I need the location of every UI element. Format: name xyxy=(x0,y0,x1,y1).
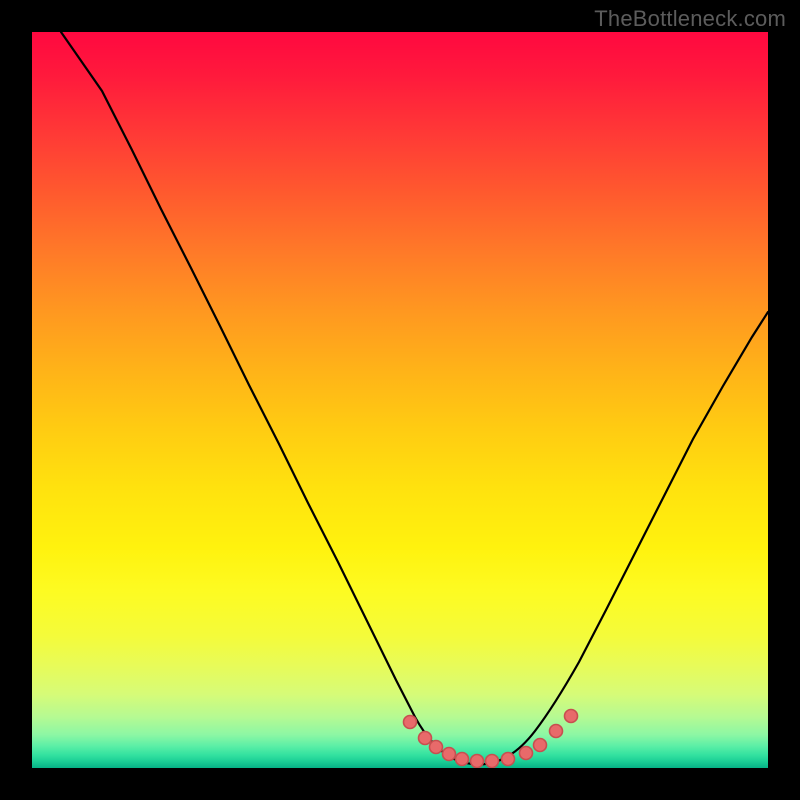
watermark-text: TheBottleneck.com xyxy=(594,6,786,32)
marker-dot xyxy=(520,747,533,760)
plot-area xyxy=(32,32,768,768)
curve-layer xyxy=(32,32,768,768)
marker-dot xyxy=(534,739,547,752)
chart-stage: TheBottleneck.com xyxy=(0,0,800,800)
marker-dot xyxy=(486,755,499,768)
marker-dot xyxy=(456,753,469,766)
marker-dot xyxy=(443,748,456,761)
marker-dot xyxy=(550,725,563,738)
marker-dot xyxy=(502,753,515,766)
curve-markers xyxy=(404,710,578,768)
marker-dot xyxy=(430,741,443,754)
marker-dot xyxy=(565,710,578,723)
bottleneck-curve xyxy=(61,32,768,764)
marker-dot xyxy=(404,716,417,729)
marker-dot xyxy=(419,732,432,745)
marker-dot xyxy=(471,755,484,768)
